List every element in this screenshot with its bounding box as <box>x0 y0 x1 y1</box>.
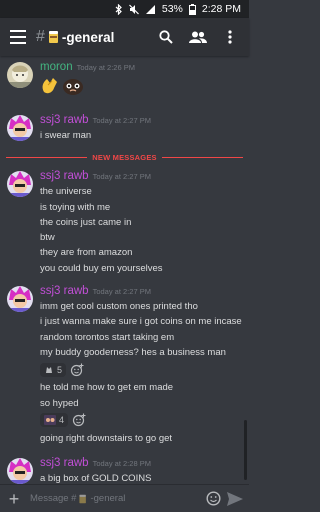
battery-icon <box>188 3 196 15</box>
emoji-icon[interactable] <box>206 491 221 506</box>
message-text[interactable]: so hyped <box>40 396 241 411</box>
author-name[interactable]: ssj3 rawb <box>40 114 89 126</box>
channel-emoji-icon <box>48 31 58 43</box>
author-name[interactable]: ssj3 rawb <box>40 285 89 297</box>
reaction-chip[interactable]: 4 <box>40 413 69 428</box>
avatar[interactable] <box>7 171 33 198</box>
reaction-count: 5 <box>57 364 63 375</box>
reaction-bar: 4 <box>40 412 241 429</box>
search-button[interactable] <box>153 24 179 50</box>
timestamp: Today at 2:27 PM <box>92 116 151 125</box>
channel-title: -general <box>61 29 115 45</box>
author-name[interactable]: ssj3 rawb <box>40 170 89 182</box>
message-text[interactable]: random torontos start taking em <box>40 330 241 345</box>
new-messages-divider: NEW MESSAGES <box>0 149 249 165</box>
clock: 2:28 PM <box>201 3 241 15</box>
message-list[interactable]: moron Today at 2:26 PM ssj3 rawb Today at … <box>0 56 249 484</box>
message-group: ssj3 rawb Today at 2:27 PM the universe i… <box>0 169 249 276</box>
members-icon <box>189 31 207 43</box>
avatar[interactable] <box>7 62 33 88</box>
clap-emoji <box>42 78 57 94</box>
reaction-bar: 5 <box>40 361 241 378</box>
timestamp: Today at 2:27 PM <box>92 172 151 182</box>
members-button[interactable] <box>185 24 211 50</box>
message-group: ssj3 rawb Today at 2:27 PM imm get cool c… <box>0 284 249 446</box>
avatar[interactable] <box>7 286 33 313</box>
channel-header: # -general <box>0 18 249 56</box>
reaction-count: 4 <box>59 415 65 426</box>
channel-hash: # <box>36 28 45 45</box>
channel-emoji-icon <box>79 494 87 503</box>
signal-icon <box>145 4 156 15</box>
message-text[interactable]: my buddy gooderness? hes a business man <box>40 345 241 360</box>
message-text[interactable]: imm get cool custom ones printed tho <box>40 299 241 314</box>
thinking-emoji <box>63 79 83 95</box>
message-text[interactable]: btw <box>40 230 241 245</box>
avatar[interactable] <box>7 458 33 484</box>
battery-level: 53% <box>161 3 183 15</box>
message-text[interactable]: i just wanna make sure i got coins on me… <box>40 314 242 329</box>
more-icon <box>228 30 232 44</box>
message-group: ssj3 rawb Today at 2:28 PM a big box of G… <box>0 456 249 484</box>
message-composer: + Message # -general <box>0 484 249 512</box>
search-icon <box>159 30 173 44</box>
reaction-emoji <box>44 415 56 426</box>
input-placeholder-channel: -general <box>90 493 126 504</box>
message-text[interactable]: is toying with me <box>40 200 241 215</box>
timestamp: Today at 2:27 PM <box>92 287 151 297</box>
bluetooth-icon <box>115 3 123 15</box>
author-name[interactable]: moron <box>40 61 73 73</box>
message-group: ssj3 rawb Today at 2:27 PM i swear man <box>0 113 249 143</box>
author-name[interactable]: ssj3 rawb <box>40 457 89 469</box>
reaction-emoji <box>46 366 52 373</box>
message-text[interactable]: the coins just came in <box>40 215 241 230</box>
mute-icon <box>128 4 139 15</box>
more-button[interactable] <box>217 24 243 50</box>
message-text[interactable]: he told me how to get em made <box>40 380 241 395</box>
plus-icon[interactable]: + <box>6 490 22 508</box>
emoji-message <box>40 75 241 97</box>
message-text[interactable]: a big box of GOLD COINS <box>40 471 241 484</box>
avatar[interactable] <box>7 115 33 141</box>
status-bar: 53% 2:28 PM <box>0 0 249 18</box>
add-reaction-icon[interactable] <box>70 363 84 377</box>
timestamp: Today at 2:28 PM <box>92 459 151 469</box>
message-text[interactable]: i swear man <box>40 128 241 143</box>
scrollbar[interactable] <box>244 420 247 480</box>
add-reaction-icon[interactable] <box>72 413 86 427</box>
input-placeholder-prefix: Message # <box>30 493 77 504</box>
send-icon[interactable] <box>227 491 243 506</box>
hamburger-icon[interactable] <box>10 30 26 44</box>
message-text[interactable]: you could buy em yourselves <box>40 261 241 276</box>
reaction-chip[interactable]: 5 <box>40 362 67 377</box>
message-text[interactable]: they are from amazon <box>40 245 241 260</box>
message-text[interactable]: the universe <box>40 184 241 199</box>
message-group: moron Today at 2:26 PM <box>0 60 249 97</box>
message-text[interactable]: going right downstairs to go get <box>40 431 241 446</box>
message-input[interactable]: Message # -general <box>30 493 200 504</box>
new-messages-label: NEW MESSAGES <box>87 152 162 162</box>
timestamp: Today at 2:26 PM <box>76 63 135 72</box>
